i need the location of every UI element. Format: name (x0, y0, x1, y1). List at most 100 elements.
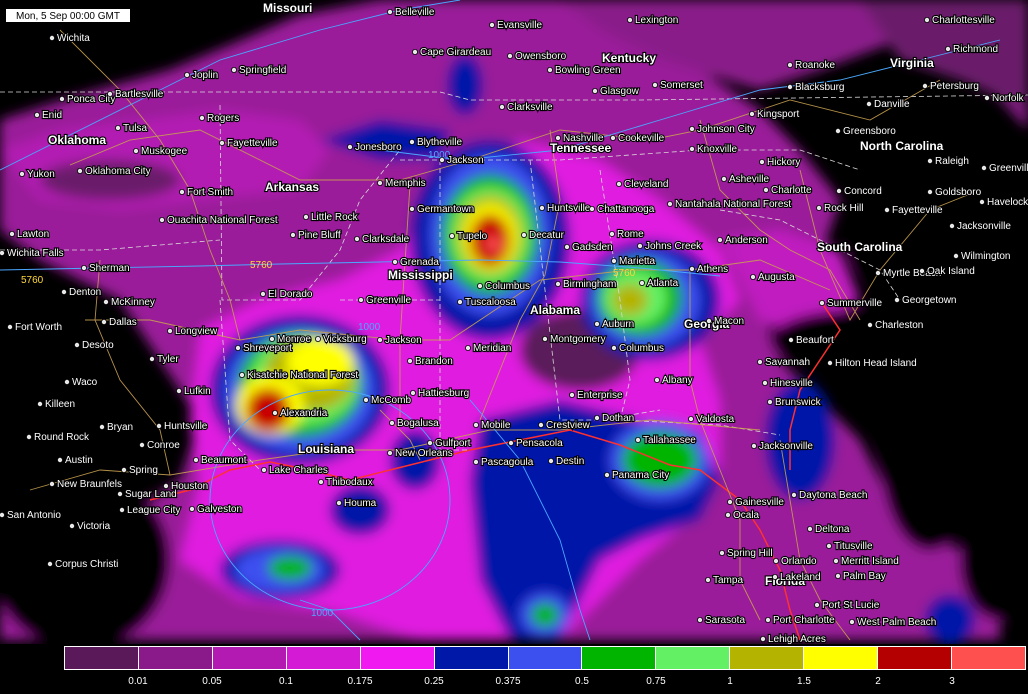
city-marker: Daytona Beach (791, 489, 868, 502)
city-label: Pascagoula (481, 457, 534, 468)
city-dot (894, 296, 901, 303)
city-label: Montgomery (550, 334, 606, 345)
city-dot (47, 561, 54, 568)
city-marker: Jackson (376, 334, 423, 347)
city-label: Tupelo (457, 231, 488, 242)
city-dot (335, 499, 342, 506)
city-label: Tuscaloosa (465, 297, 516, 308)
city-label: Cookeville (618, 133, 665, 144)
legend-tick-label: 0.175 (347, 676, 373, 687)
city-label: Denton (69, 287, 101, 298)
city-dot (59, 96, 66, 103)
city-marker: Rock Hill (816, 202, 865, 215)
city-marker: Clarksdale (353, 233, 411, 246)
city-label: Dothan (602, 413, 634, 424)
city-label: Wichita Falls (7, 248, 64, 259)
city-dot (0, 512, 5, 518)
city-label: Wilmington (961, 251, 1010, 262)
city-label: Decatur (529, 230, 565, 241)
city-dot (188, 505, 195, 512)
city-dot (689, 126, 696, 133)
legend-swatch (730, 647, 805, 669)
city-marker: Bogalusa (388, 417, 440, 430)
city-marker: Glasgow (592, 85, 641, 98)
city-marker: Hinesville (762, 377, 814, 390)
contour-5760-label-2: 5760 (250, 260, 273, 271)
city-dot (0, 250, 5, 256)
city-dot (426, 439, 433, 446)
city-label: Auburn (602, 319, 634, 330)
city-label: Memphis (385, 178, 426, 189)
legend-swatch (508, 647, 583, 669)
city-marker: Meridian (464, 342, 512, 355)
city-label: Shreveport (243, 343, 292, 354)
timestamp-label: Mon, 5 Sep 00:00 GMT (5, 8, 131, 23)
legend-swatch (878, 647, 953, 669)
city-label: Huntsville (547, 203, 591, 214)
city-label: Valdosta (696, 414, 735, 425)
city-marker: Titusville (826, 540, 874, 553)
city-dot (77, 167, 84, 174)
city-marker: Sherman (81, 262, 131, 275)
city-dot (357, 296, 364, 303)
city-marker: Lake Charles (260, 464, 329, 477)
city-dot (408, 205, 415, 212)
city-marker: Muskogee (132, 145, 189, 158)
city-marker: Nashville (555, 132, 605, 145)
city-label: Killeen (45, 399, 75, 410)
city-label: Jacksonville (957, 221, 1011, 232)
legend-swatch (286, 647, 361, 669)
city-dot (927, 188, 934, 195)
city-label: Alexandria (280, 408, 328, 419)
city-dot (542, 335, 549, 342)
city-dot (767, 398, 774, 405)
city-label: Spring Hill (727, 548, 773, 559)
city-marker: Grenada (391, 256, 440, 269)
city-dot (564, 243, 571, 250)
city-label: Daytona Beach (799, 490, 867, 501)
city-dot (448, 232, 455, 239)
city-marker: Charlotte (763, 184, 813, 197)
city-dot (268, 335, 275, 342)
city-label: Springfield (239, 65, 286, 76)
city-dot (34, 112, 41, 119)
city-dot (639, 279, 646, 286)
city-dot (594, 320, 601, 327)
state-label-virginia: Virginia (890, 56, 934, 70)
city-label: Ouachita National Forest (167, 215, 278, 226)
city-label: Jacksonville (759, 441, 813, 452)
color-legend: 0.01 0.05 0.1 0.175 0.25 0.375 0.5 0.75 1 1.5 2 3 (0, 644, 1028, 694)
city-label: Desoto (82, 340, 114, 351)
city-label: Raleigh (935, 156, 969, 167)
city-dot (8, 230, 15, 237)
precipitation-map[interactable]: 5760 5760 5760 1000 1000 1000 Missouri K… (0, 0, 1028, 694)
city-marker: Round Rock (25, 431, 91, 444)
city-label: Muskogee (141, 146, 188, 157)
city-marker: Hilton Head Island (827, 357, 918, 370)
city-dot (456, 298, 463, 305)
city-label: Sugar Land (125, 489, 177, 500)
city-marker: Vicksburg (314, 333, 368, 346)
city-dot (547, 67, 554, 74)
city-dot (765, 617, 772, 624)
city-label: Thibodaux (326, 477, 373, 488)
city-label: Augusta (758, 272, 795, 283)
legend-tick-label: 0.05 (202, 676, 222, 687)
city-label: Victoria (77, 521, 111, 532)
city-dot (654, 376, 661, 383)
city-label: Mobile (481, 420, 511, 431)
city-dot (57, 456, 64, 463)
city-label: Austin (65, 455, 93, 466)
city-dot (697, 617, 704, 624)
city-dot (667, 200, 674, 207)
city-marker: Greensboro (835, 125, 897, 138)
city-marker: Greenville (357, 294, 413, 307)
city-label: Fayetteville (892, 205, 943, 216)
city-dot (498, 104, 505, 111)
city-label: Dallas (109, 317, 137, 328)
city-dot (260, 466, 267, 473)
city-label: Titusville (834, 541, 873, 552)
city-dot (138, 441, 145, 448)
city-label: Lakeland (780, 572, 821, 583)
city-dot (763, 186, 770, 193)
